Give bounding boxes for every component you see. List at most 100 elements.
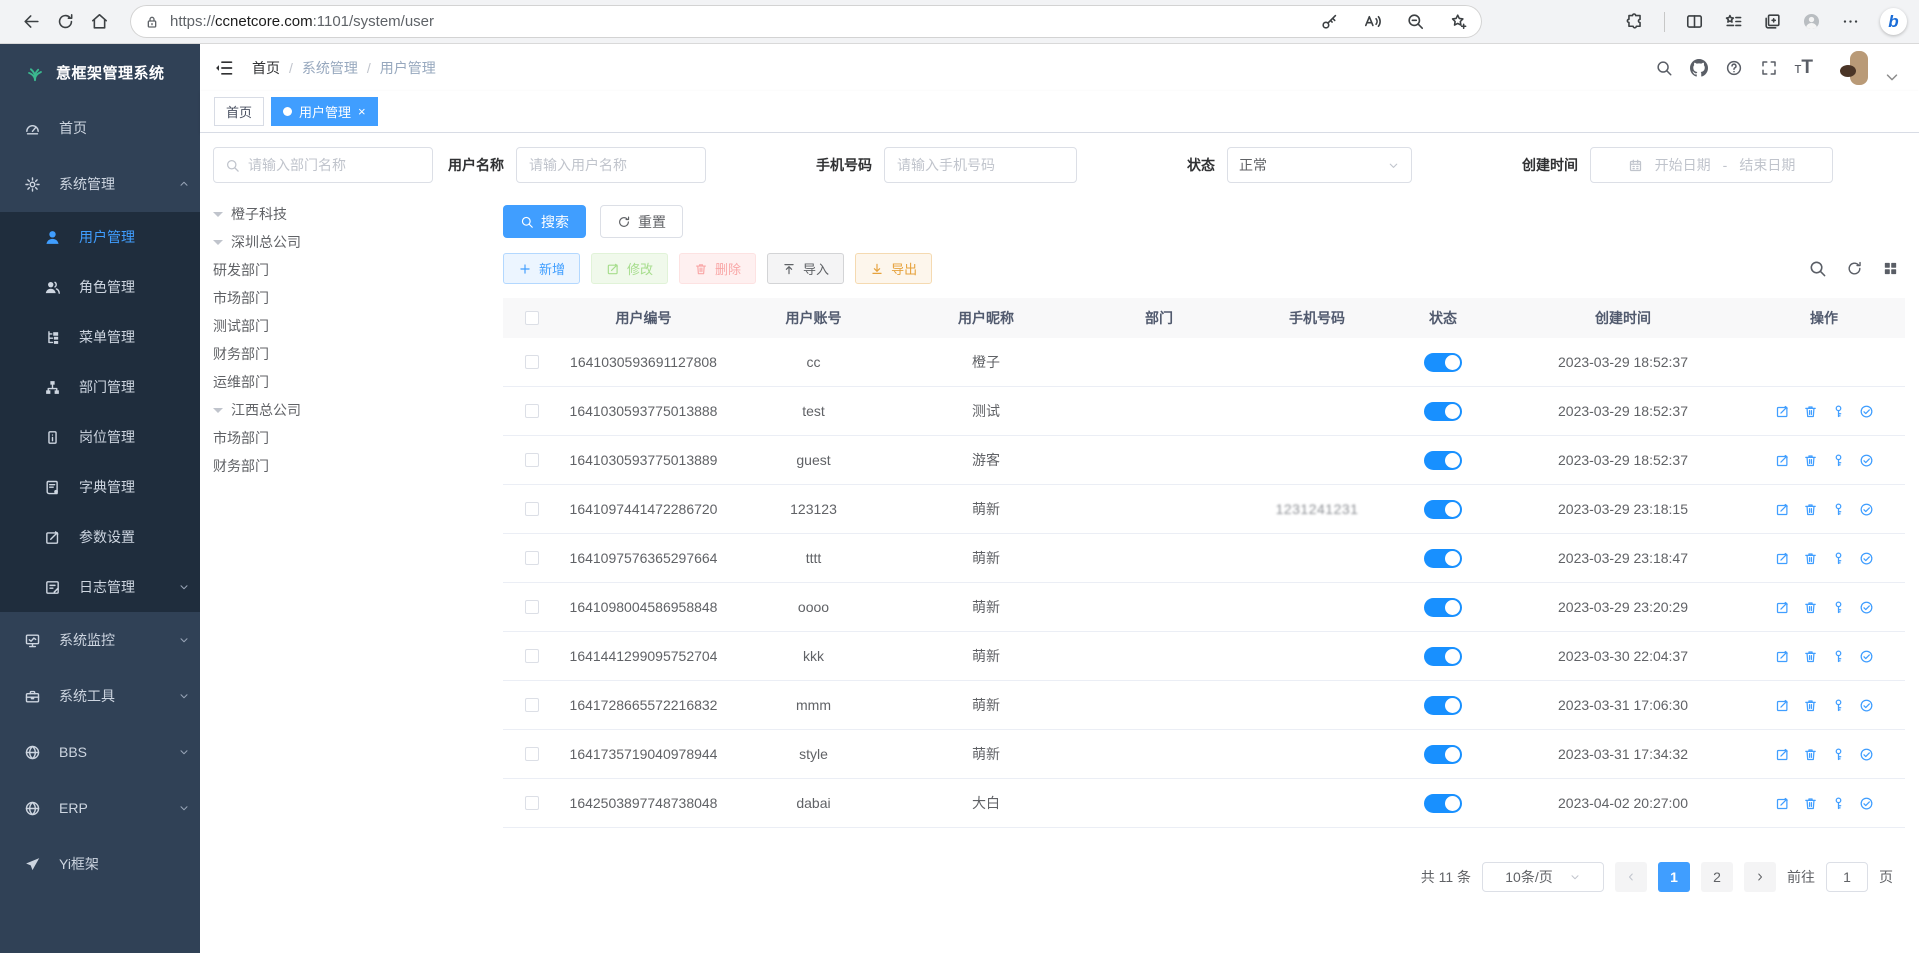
page-tab[interactable]: 用户管理 × [271, 97, 378, 126]
sidebar-item[interactable]: 参数设置 [0, 512, 200, 562]
status-toggle[interactable] [1424, 402, 1462, 421]
row-checkbox[interactable] [525, 404, 539, 418]
browser-profile-icon[interactable] [1802, 12, 1821, 31]
delete-icon[interactable] [1803, 600, 1818, 615]
page-number[interactable]: 2 [1701, 862, 1733, 892]
row-checkbox[interactable] [525, 502, 539, 516]
reset-password-key-icon[interactable] [1831, 600, 1846, 615]
status-toggle[interactable] [1424, 598, 1462, 617]
reset-password-key-icon[interactable] [1831, 796, 1846, 811]
sidebar-item[interactable]: 部门管理 [0, 362, 200, 412]
sidebar-item[interactable]: 首页 [0, 100, 200, 156]
edit-icon[interactable] [1775, 551, 1790, 566]
next-page-button[interactable] [1744, 862, 1776, 892]
assign-role-check-icon[interactable] [1859, 551, 1874, 566]
row-checkbox[interactable] [525, 649, 539, 663]
font-size-icon[interactable]: тT [1795, 57, 1813, 79]
url-text[interactable]: https://ccnetcore.com:1101/system/user [170, 13, 434, 30]
sidebar-item[interactable]: 日志管理 [0, 562, 200, 612]
bing-chat-icon[interactable]: b [1880, 8, 1907, 35]
hide-search-icon[interactable] [1808, 259, 1827, 278]
search-button[interactable]: 搜索 [503, 205, 586, 238]
status-toggle[interactable] [1424, 647, 1462, 666]
fullscreen-icon[interactable] [1760, 59, 1778, 77]
delete-icon[interactable] [1803, 796, 1818, 811]
dept-search-input[interactable] [248, 157, 421, 173]
sidebar-item[interactable]: ERP [0, 780, 200, 836]
caret-down-icon[interactable] [213, 240, 223, 250]
add-button[interactable]: 新增 [503, 253, 580, 284]
split-screen-icon[interactable] [1685, 12, 1704, 31]
zoom-out-icon[interactable] [1406, 12, 1425, 31]
delete-icon[interactable] [1803, 649, 1818, 664]
sidebar-item[interactable]: 菜单管理 [0, 312, 200, 362]
columns-grid-icon[interactable] [1882, 260, 1899, 277]
sidebar-item[interactable]: 用户管理 [0, 212, 200, 262]
reset-password-key-icon[interactable] [1831, 404, 1846, 419]
assign-role-check-icon[interactable] [1859, 600, 1874, 615]
edit-icon[interactable] [1775, 600, 1790, 615]
read-aloud-icon[interactable] [1363, 12, 1382, 31]
phone-input[interactable] [884, 147, 1077, 183]
sidebar-item[interactable]: Yi框架 [0, 836, 200, 892]
browser-menu-icon[interactable] [1841, 12, 1860, 31]
delete-icon[interactable] [1803, 747, 1818, 762]
select-all-checkbox[interactable] [525, 311, 539, 325]
reset-password-key-icon[interactable] [1831, 649, 1846, 664]
extensions-icon[interactable] [1625, 12, 1644, 31]
tree-node[interactable]: 研发部门 [213, 256, 433, 284]
github-icon[interactable] [1690, 59, 1708, 77]
edit-button[interactable]: 修改 [591, 253, 668, 284]
export-button[interactable]: 导出 [855, 253, 932, 284]
edit-icon[interactable] [1775, 502, 1790, 517]
status-toggle[interactable] [1424, 745, 1462, 764]
delete-icon[interactable] [1803, 502, 1818, 517]
sidebar-item[interactable]: BBS [0, 724, 200, 780]
import-button[interactable]: 导入 [767, 253, 844, 284]
user-avatar[interactable] [1830, 47, 1872, 89]
delete-icon[interactable] [1803, 453, 1818, 468]
collections-icon[interactable] [1763, 12, 1782, 31]
tree-node[interactable]: 市场部门 [213, 424, 433, 452]
delete-icon[interactable] [1803, 698, 1818, 713]
username-input[interactable] [516, 147, 706, 183]
page-number[interactable]: 1 [1658, 862, 1690, 892]
status-toggle[interactable] [1424, 451, 1462, 470]
avatar-caret-icon[interactable] [1883, 68, 1901, 86]
add-favorite-icon[interactable] [1449, 12, 1468, 31]
row-checkbox[interactable] [525, 747, 539, 761]
reset-button[interactable]: 重置 [600, 205, 683, 238]
row-checkbox[interactable] [525, 453, 539, 467]
tree-node[interactable]: 市场部门 [213, 284, 433, 312]
edit-icon[interactable] [1775, 649, 1790, 664]
delete-icon[interactable] [1803, 404, 1818, 419]
reset-password-key-icon[interactable] [1831, 698, 1846, 713]
sidebar-item[interactable]: 系统管理 [0, 156, 200, 212]
breadcrumb-home[interactable]: 首页 [252, 58, 280, 78]
assign-role-check-icon[interactable] [1859, 453, 1874, 468]
address-bar[interactable]: https://ccnetcore.com:1101/system/user [130, 5, 1482, 38]
delete-button[interactable]: 删除 [679, 253, 756, 284]
breadcrumb-system[interactable]: 系统管理 [302, 58, 358, 78]
status-toggle[interactable] [1424, 500, 1462, 519]
row-checkbox[interactable] [525, 551, 539, 565]
edit-icon[interactable] [1775, 404, 1790, 419]
close-icon[interactable]: × [358, 105, 366, 118]
sidebar-item[interactable]: 系统监控 [0, 612, 200, 668]
tree-node[interactable]: 运维部门 [213, 368, 433, 396]
assign-role-check-icon[interactable] [1859, 698, 1874, 713]
search-icon[interactable] [1655, 59, 1673, 77]
page-tab[interactable]: 首页 [214, 97, 264, 126]
tree-node[interactable]: 橙子科技 [213, 200, 433, 228]
sidebar-item[interactable]: 字典管理 [0, 462, 200, 512]
status-toggle[interactable] [1424, 794, 1462, 813]
help-icon[interactable] [1725, 59, 1743, 77]
status-toggle[interactable] [1424, 696, 1462, 715]
sidebar-item[interactable]: 角色管理 [0, 262, 200, 312]
status-toggle[interactable] [1424, 549, 1462, 568]
assign-role-check-icon[interactable] [1859, 502, 1874, 517]
browser-back-button[interactable] [14, 5, 48, 39]
assign-role-check-icon[interactable] [1859, 747, 1874, 762]
browser-refresh-button[interactable] [48, 5, 82, 39]
delete-icon[interactable] [1803, 551, 1818, 566]
